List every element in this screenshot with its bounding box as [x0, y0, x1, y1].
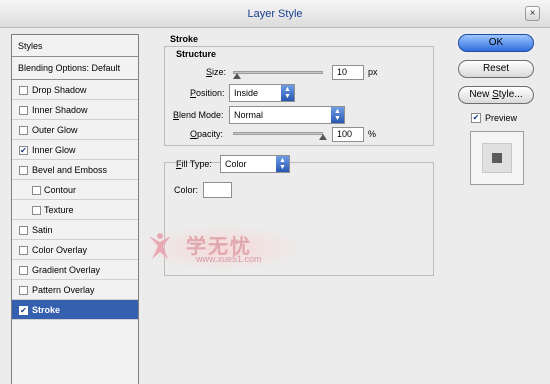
bevel-and-emboss-checkbox[interactable]	[19, 166, 28, 175]
size-slider-thumb[interactable]	[233, 73, 241, 79]
style-item-label: Outer Glow	[32, 125, 78, 135]
styles-header[interactable]: Styles	[12, 35, 138, 57]
styles-panel: Styles Blending Options: Default Drop Sh…	[11, 34, 139, 384]
style-item-label: Texture	[44, 205, 74, 215]
style-item-gradient-overlay[interactable]: Gradient Overlay	[12, 260, 138, 280]
gradient-overlay-checkbox[interactable]	[19, 266, 28, 275]
style-item-contour[interactable]: Contour	[12, 180, 138, 200]
position-value: Inside	[234, 88, 259, 98]
style-preview	[470, 131, 524, 185]
style-item-inner-glow[interactable]: ✔ Inner Glow	[12, 140, 138, 160]
opacity-unit: %	[368, 129, 377, 139]
fill-type-select-arrow-icon: ▲ ▼	[276, 156, 289, 172]
style-item-satin[interactable]: Satin	[12, 220, 138, 240]
color-swatch[interactable]	[203, 182, 232, 198]
style-item-color-overlay[interactable]: Color Overlay	[12, 240, 138, 260]
size-unit: px	[368, 67, 378, 77]
position-label: Position:	[190, 88, 225, 98]
blending-options[interactable]: Blending Options: Default	[12, 57, 138, 80]
style-item-pattern-overlay[interactable]: Pattern Overlay	[12, 280, 138, 300]
style-item-outer-glow[interactable]: Outer Glow	[12, 120, 138, 140]
style-item-drop-shadow[interactable]: Drop Shadow	[12, 80, 138, 100]
opacity-slider-thumb[interactable]	[319, 134, 327, 140]
color-label: Color:	[174, 185, 199, 195]
reset-button[interactable]: Reset	[458, 60, 534, 78]
fill-type-value: Color	[225, 159, 247, 169]
texture-checkbox[interactable]	[32, 206, 41, 215]
style-item-label: Contour	[44, 185, 77, 195]
drop-shadow-checkbox[interactable]	[19, 86, 28, 95]
style-item-inner-shadow[interactable]: Inner Shadow	[12, 100, 138, 120]
pattern-overlay-checkbox[interactable]	[19, 286, 28, 295]
satin-checkbox[interactable]	[19, 226, 28, 235]
style-item-label: Inner Glow	[32, 145, 76, 155]
fill-type-label: Fill Type:	[176, 159, 212, 169]
blend-mode-value: Normal	[234, 110, 264, 120]
structure-title: Structure	[176, 49, 217, 59]
size-input[interactable]: 10	[332, 65, 364, 80]
style-item-texture[interactable]: Texture	[12, 200, 138, 220]
contour-checkbox[interactable]	[32, 186, 41, 195]
style-item-bevel-and-emboss[interactable]: Bevel and Emboss	[12, 160, 138, 180]
style-item-label: Satin	[32, 225, 53, 235]
style-item-label: Color Overlay	[32, 245, 88, 255]
position-select[interactable]: Inside ▲ ▼	[229, 84, 295, 102]
new-style-button[interactable]: New Style...	[458, 86, 534, 104]
inner-glow-checkbox[interactable]: ✔	[19, 146, 28, 155]
checkmark-icon: ✔	[472, 113, 480, 122]
window-title: Layer Style	[247, 8, 303, 20]
outer-glow-checkbox[interactable]	[19, 126, 28, 135]
opacity-slider[interactable]	[233, 132, 323, 135]
preview-swatch	[482, 143, 512, 173]
blend-mode-select-arrow-icon: ▲ ▼	[331, 107, 344, 123]
preview-square-icon	[492, 153, 502, 163]
blend-mode-label: Blend Mode:	[173, 110, 224, 120]
size-slider[interactable]	[233, 71, 323, 74]
fill-type-select[interactable]: Color ▲ ▼	[220, 155, 290, 173]
style-item-label: Inner Shadow	[32, 105, 88, 115]
preview-label: Preview	[485, 113, 518, 123]
close-button[interactable]: ×	[525, 6, 540, 21]
watermark: 学无忧 www.xue51.com	[138, 224, 308, 272]
size-label: Size:	[206, 67, 227, 77]
title-bar: Layer Style ×	[0, 0, 550, 28]
ok-button[interactable]: OK	[458, 34, 534, 52]
position-select-arrow-icon: ▲ ▼	[281, 85, 294, 101]
style-item-label: Stroke	[32, 305, 61, 315]
stroke-checkbox[interactable]: ✔	[19, 306, 28, 315]
preview-checkbox[interactable]: ✔	[471, 113, 481, 123]
style-item-label: Pattern Overlay	[32, 285, 95, 295]
style-item-label: Drop Shadow	[32, 85, 87, 95]
watermark-url: www.xue51.com	[196, 254, 262, 264]
watermark-logo-icon	[149, 233, 171, 259]
stroke-section-title: Stroke	[170, 34, 199, 44]
style-item-stroke[interactable]: ✔ Stroke	[12, 300, 138, 320]
color-overlay-checkbox[interactable]	[19, 246, 28, 255]
blend-mode-select[interactable]: Normal ▲ ▼	[229, 106, 345, 124]
style-item-label: Bevel and Emboss	[32, 165, 108, 175]
opacity-label: Opacity:	[190, 129, 224, 139]
style-item-label: Gradient Overlay	[32, 265, 101, 275]
inner-shadow-checkbox[interactable]	[19, 106, 28, 115]
opacity-input[interactable]: 100	[332, 127, 364, 142]
